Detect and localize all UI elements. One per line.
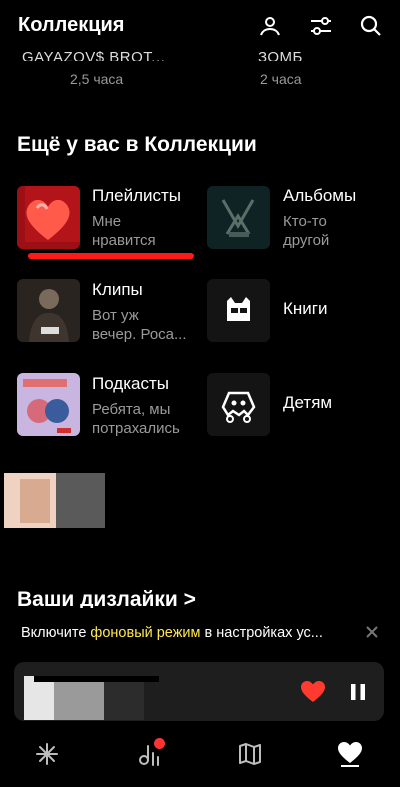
wave-icon[interactable] — [34, 741, 60, 767]
notice-highlight-link[interactable]: фоновый режим — [90, 625, 200, 641]
filters-icon[interactable] — [309, 14, 333, 38]
section-title: Ещё у вас в Коллекции — [17, 133, 257, 156]
prev-item-title[interactable]: ЗОМБ — [258, 47, 338, 61]
search-icon[interactable] — [359, 14, 383, 38]
close-icon[interactable] — [364, 624, 380, 640]
profile-icon[interactable] — [258, 14, 282, 38]
playlists-subtitle-2: нравится — [92, 232, 156, 249]
notice-prefix: Включите — [21, 625, 91, 641]
like-heart-icon[interactable] — [301, 681, 325, 703]
podcasts-subtitle-1: Ребята, мы — [92, 401, 171, 418]
kids-title[interactable]: Детям — [283, 393, 332, 413]
podcasts-cover[interactable] — [17, 373, 80, 436]
dislikes-title[interactable]: Ваши дизлайки > — [17, 586, 196, 608]
notification-badge — [154, 738, 165, 749]
clips-subtitle-1: Вот уж — [92, 307, 139, 324]
notice-suffix: в настройках ус... — [200, 625, 323, 641]
podcasts-subtitle-2: потрахались — [92, 420, 180, 437]
prev-item-subtitle: 2,5 часа — [70, 71, 124, 87]
albums-cover[interactable] — [207, 186, 270, 249]
collection-heart-icon[interactable] — [337, 741, 363, 767]
pause-icon[interactable] — [349, 683, 367, 701]
playlists-subtitle-1: Мне — [92, 213, 122, 230]
map-icon[interactable] — [237, 741, 263, 767]
page-title: Коллекция — [18, 14, 125, 36]
podcasts-title[interactable]: Подкасты — [92, 374, 169, 394]
books-icon — [227, 297, 250, 321]
clips-cover[interactable] — [17, 279, 80, 342]
obscured-content — [0, 473, 105, 528]
playlists-cover[interactable] — [17, 186, 80, 249]
highlight-underline — [28, 253, 194, 259]
clips-title[interactable]: Клипы — [92, 280, 143, 300]
kids-tile[interactable] — [207, 373, 270, 436]
playlists-title[interactable]: Плейлисты — [92, 186, 181, 206]
kids-icon — [221, 391, 256, 423]
prev-item-title[interactable]: GAYAZOV$ BROT... — [22, 47, 192, 61]
track-cover[interactable] — [24, 672, 164, 720]
prev-item-subtitle: 2 часа — [260, 71, 302, 87]
albums-subtitle-2: другой — [283, 232, 330, 249]
books-title[interactable]: Книги — [283, 299, 327, 319]
books-tile[interactable] — [207, 279, 270, 342]
albums-subtitle-1: Кто-то — [283, 213, 327, 230]
notice-text: Включите фоновый режим в настройках ус..… — [21, 625, 361, 641]
clips-subtitle-2: вечер. Роса... — [92, 326, 187, 343]
albums-title[interactable]: Альбомы — [283, 186, 356, 206]
